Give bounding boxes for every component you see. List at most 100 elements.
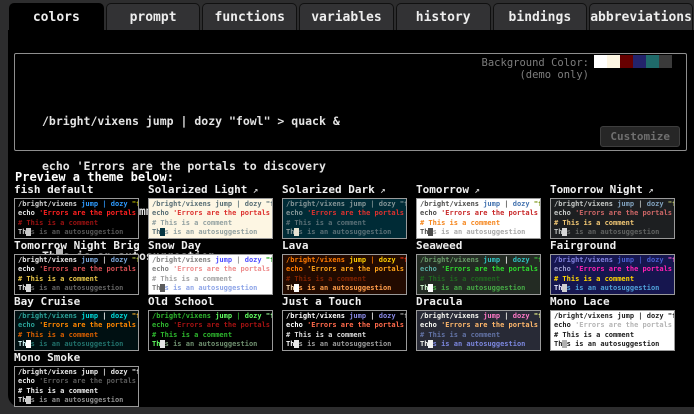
preview-echo-line: echo 'Errors are the portals to discover… <box>18 377 135 386</box>
preview-comment-line: # This is a comment <box>286 275 403 284</box>
theme-card: Tomorrow Night Bright ↗ /bright/vixens ju… <box>14 240 139 295</box>
preview-echo-line: echo 'Errors are the portals to discover… <box>18 265 135 274</box>
theme-card: Mono Lace/bright/vixens jump | dozy "fow… <box>550 296 675 351</box>
preview-echo-line: echo 'Errors are the portals to discover… <box>152 321 269 330</box>
theme-card: Fairground/bright/vixens jump | dozy "fo… <box>550 240 675 295</box>
preview-echo-line: echo 'Errors are the portals to discover… <box>152 209 269 218</box>
theme-preview[interactable]: /bright/vixens jump | dozy "fowl" > quac… <box>14 366 139 407</box>
theme-name[interactable]: Fairground <box>550 240 675 252</box>
preview-command-line: /bright/vixens jump | dozy "fowl" > quac… <box>152 256 269 265</box>
theme-card: Tomorrow ↗ /bright/vixens jump | dozy "fo… <box>416 184 541 239</box>
preview-autosuggestion-line: This is an autosuggestion <box>18 284 135 293</box>
theme-preview[interactable]: /bright/vixens jump | dozy "fowl" > quac… <box>148 254 273 295</box>
preview-autosuggestion-line: This is an autosuggestion <box>18 396 135 405</box>
theme-name[interactable]: Tomorrow Night ↗ <box>550 184 675 196</box>
theme-card: Seaweed/bright/vixens jump | dozy "fowl"… <box>416 240 541 295</box>
demo-only-text: (demo only) <box>482 69 589 81</box>
theme-preview[interactable]: /bright/vixens jump | dozy "fowl" > quac… <box>416 310 541 351</box>
theme-preview[interactable]: /bright/vixens jump | dozy "fowl" > quac… <box>550 310 675 351</box>
theme-card: Solarized Light ↗ /bright/vixens jump | d… <box>148 184 273 239</box>
preview-autosuggestion-line: This is an autosuggestion <box>554 340 671 349</box>
fish-config-app: colorspromptfunctionsvariableshistorybin… <box>0 0 694 414</box>
theme-preview[interactable]: /bright/vixens jump | dozy "fowl" > quac… <box>148 198 273 239</box>
theme-name[interactable]: Mono Smoke <box>14 352 139 364</box>
preview-echo-line: echo 'Errors are the portals to discover… <box>554 321 671 330</box>
bg-swatch-dark-red[interactable] <box>620 55 633 68</box>
theme-name[interactable]: Dracula <box>416 296 541 308</box>
preview-comment-line: # This is a comment <box>286 331 403 340</box>
tab-colors[interactable]: colors <box>9 3 104 30</box>
tab-variables[interactable]: variables <box>299 3 394 30</box>
sample-command-line: /bright/vixens jump | dozy "fowl" > quac… <box>42 114 340 129</box>
tab-bindings[interactable]: bindings <box>493 3 588 30</box>
theme-preview[interactable]: /bright/vixens jump | dozy "fowl" > quac… <box>416 198 541 239</box>
theme-grid: fish default/bright/vixens jump | dozy "… <box>14 184 688 407</box>
theme-preview[interactable]: /bright/vixens jump | dozy "fowl" > quac… <box>282 198 407 239</box>
tab-abbreviations[interactable]: abbreviations <box>589 3 693 30</box>
tab-bar: colorspromptfunctionsvariableshistorybin… <box>0 0 694 30</box>
preview-echo-line: echo 'Errors are the portals to discover… <box>420 209 537 218</box>
theme-name[interactable]: Just a Touch <box>282 296 407 308</box>
theme-preview[interactable]: /bright/vixens jump | dozy "fowl" > quac… <box>550 198 675 239</box>
theme-preview[interactable]: /bright/vixens jump | dozy "fowl" > quac… <box>14 310 139 351</box>
theme-card: Dracula/bright/vixens jump | dozy "fowl"… <box>416 296 541 351</box>
theme-name[interactable]: Tomorrow ↗ <box>416 184 541 196</box>
theme-card: Solarized Dark ↗ /bright/vixens jump | do… <box>282 184 407 239</box>
theme-preview[interactable]: /bright/vixens jump | dozy "fowl" > quac… <box>282 254 407 295</box>
tab-prompt[interactable]: prompt <box>106 3 201 30</box>
preview-comment-line: # This is a comment <box>554 275 671 284</box>
preview-comment-line: # This is a comment <box>152 331 269 340</box>
preview-command-line: /bright/vixens jump | dozy "fowl" > quac… <box>152 200 269 209</box>
preview-echo-line: echo 'Errors are the portals to discover… <box>18 321 135 330</box>
preview-comment-line: # This is a comment <box>152 275 269 284</box>
preview-echo-line: echo 'Errors are the portals to discover… <box>420 265 537 274</box>
preview-autosuggestion-line: This is an autosuggestion <box>286 284 403 293</box>
sample-param: jump <box>146 114 174 128</box>
preview-autosuggestion-line: This is an autosuggestion <box>18 228 135 237</box>
customize-button[interactable]: Customize <box>600 126 680 147</box>
bg-swatch-navy[interactable] <box>633 55 646 68</box>
theme-card: Lava/bright/vixens jump | dozy "fowl" > … <box>282 240 407 295</box>
theme-name[interactable]: Lava <box>282 240 407 252</box>
theme-name[interactable]: fish default <box>14 184 139 196</box>
background-swatches <box>594 55 685 68</box>
theme-preview[interactable]: /bright/vixens jump | dozy "fowl" > quac… <box>416 254 541 295</box>
background-color-text: Background Color: <box>482 57 589 69</box>
preview-comment-line: # This is a comment <box>554 331 671 340</box>
bg-swatch-cream[interactable] <box>607 55 620 68</box>
preview-command-line: /bright/vixens jump | dozy "fowl" > quac… <box>18 368 135 377</box>
preview-command-line: /bright/vixens jump | dozy "fowl" > quac… <box>286 200 403 209</box>
preview-command-line: /bright/vixens jump | dozy "fowl" > quac… <box>18 256 135 265</box>
theme-name[interactable]: Old School <box>148 296 273 308</box>
external-link-icon: ↗ <box>469 186 480 196</box>
tab-history[interactable]: history <box>396 3 491 30</box>
preview-autosuggestion-line: This is an autosuggestion <box>420 340 537 349</box>
theme-preview[interactable]: /bright/vixens jump | dozy "fowl" > quac… <box>14 254 139 295</box>
theme-name[interactable]: Mono Lace <box>550 296 675 308</box>
theme-preview[interactable]: /bright/vixens jump | dozy "fowl" > quac… <box>14 198 139 239</box>
bg-swatch-white[interactable] <box>594 55 607 68</box>
background-color-label: Background Color: (demo only) <box>482 57 589 81</box>
preview-command-line: /bright/vixens jump | dozy "fowl" > quac… <box>554 312 671 321</box>
preview-autosuggestion-line: This is an autosuggestion <box>554 284 671 293</box>
theme-name[interactable]: Seaweed <box>416 240 541 252</box>
bg-swatch-dark-gray[interactable] <box>659 55 672 68</box>
bg-swatch-teal[interactable] <box>646 55 659 68</box>
preview-comment-line: # This is a comment <box>420 275 537 284</box>
theme-preview[interactable]: /bright/vixens jump | dozy "fowl" > quac… <box>282 310 407 351</box>
theme-name[interactable]: Solarized Light ↗ <box>148 184 273 196</box>
external-link-icon: ↗ <box>375 186 386 196</box>
theme-preview[interactable]: /bright/vixens jump | dozy "fowl" > quac… <box>148 310 273 351</box>
theme-name[interactable]: Snow Day <box>148 240 273 252</box>
sample-path: /bright/vixens <box>42 114 146 128</box>
theme-name[interactable]: Tomorrow Night Bright ↗ <box>14 240 139 252</box>
preview-comment-line: # This is a comment <box>18 387 135 396</box>
bg-swatch-black[interactable] <box>672 55 685 68</box>
tab-functions[interactable]: functions <box>202 3 297 30</box>
theme-name[interactable]: Solarized Dark ↗ <box>282 184 407 196</box>
theme-name[interactable]: Bay Cruise <box>14 296 139 308</box>
content-panel: Background Color: (demo only) /bright/vi… <box>8 30 694 407</box>
preview-comment-line: # This is a comment <box>18 219 135 228</box>
preview-comment-line: # This is a comment <box>420 331 537 340</box>
theme-preview[interactable]: /bright/vixens jump | dozy "fowl" > quac… <box>550 254 675 295</box>
